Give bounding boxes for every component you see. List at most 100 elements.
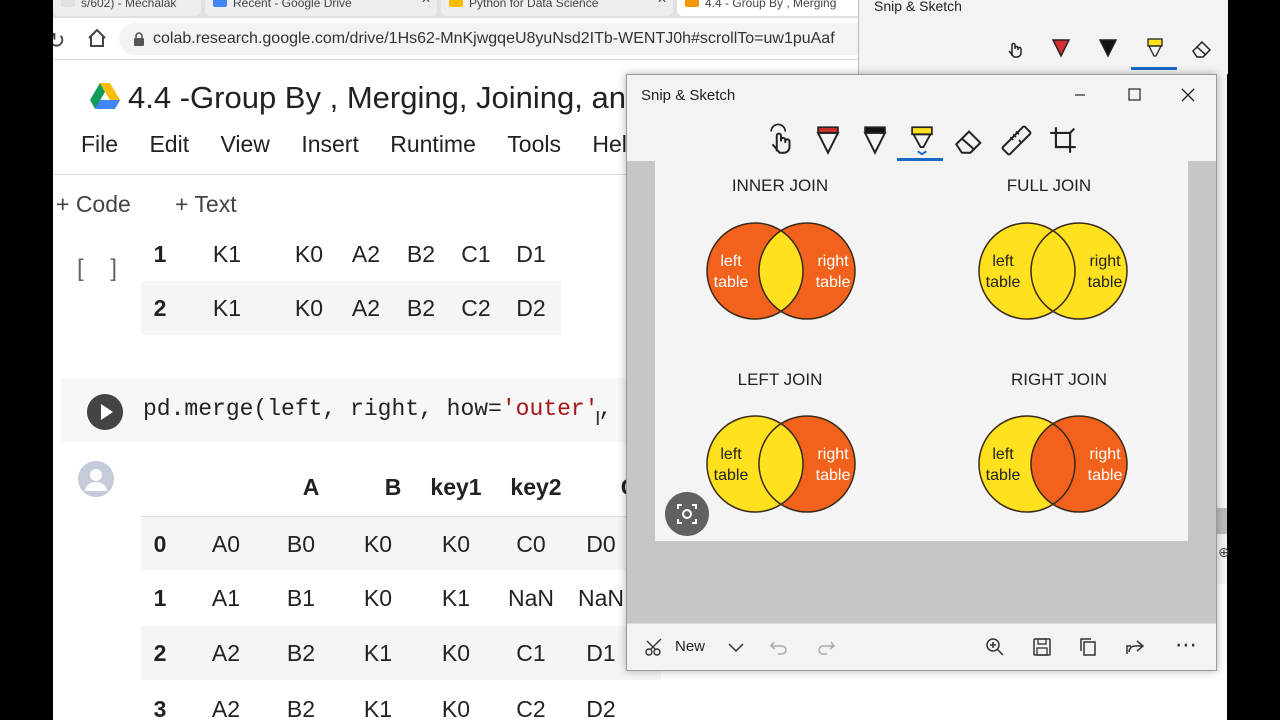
table-cell: C2 [461, 295, 491, 321]
home-icon[interactable] [85, 26, 109, 50]
table-cell: C2 [516, 696, 546, 720]
table-cell: C1 [516, 640, 546, 666]
chevron-down-icon[interactable] [723, 634, 749, 660]
share-icon[interactable] [1123, 634, 1149, 660]
cell-run-bracket[interactable]: [ ] [77, 255, 127, 283]
table-cell: A2 [351, 295, 381, 321]
code-string: 'outer' [501, 396, 599, 422]
menu-insert[interactable]: Insert [301, 131, 359, 158]
table-cell: K1 [212, 241, 242, 267]
add-icon[interactable]: ⊕ [1218, 544, 1230, 561]
table-cell: K0 [363, 531, 393, 557]
table-cell: K0 [441, 696, 471, 720]
tab-1[interactable]: s/602) - Mechalak [53, 0, 201, 16]
copy-icon[interactable] [1076, 634, 1102, 660]
table-cell: K0 [294, 295, 324, 321]
column-header: B [384, 474, 402, 500]
table-cell: B2 [406, 295, 436, 321]
tab-label: Recent - Google Drive [233, 0, 352, 10]
add-text-button[interactable]: + Text [175, 191, 237, 218]
text-cursor-icon: I [595, 408, 601, 430]
table-cell: C0 [516, 531, 546, 557]
redo-icon[interactable] [813, 634, 839, 660]
venn-right-join: left tableright table [978, 415, 1128, 513]
table-cell: A1 [211, 585, 241, 611]
undo-icon[interactable] [766, 634, 792, 660]
table-row: 3 A2 B2 K1 K0 C2 D2 [141, 682, 661, 720]
pencil-icon[interactable] [858, 123, 892, 157]
table-cell: B1 [286, 585, 316, 611]
table-cell: K1 [212, 295, 242, 321]
row-index: 0 [153, 531, 167, 557]
new-snip-icon[interactable] [641, 634, 667, 660]
menu-runtime[interactable]: Runtime [390, 131, 476, 158]
notebook-title[interactable]: 4.4 -Group By , Merging, Joining, and [128, 80, 643, 116]
table-row: 0 A0 B0 K0 K0 C0 D0 [141, 516, 661, 570]
ruler-icon[interactable] [999, 123, 1033, 157]
eraser-icon[interactable] [952, 123, 986, 157]
minimize-button[interactable] [1057, 79, 1103, 111]
joins-diagram-image: INNER JOIN FULL JOIN LEFT JOIN RIGHT JOI… [655, 161, 1188, 541]
table-row: 2 A2 B2 K1 K0 C1 D1 [141, 626, 661, 680]
ballpoint-pen-icon[interactable] [811, 123, 845, 157]
menu-view[interactable]: View [220, 131, 269, 158]
new-button[interactable]: New [675, 638, 705, 655]
snip-sketch-window: Snip & Sketch INNER JOIN FULL JOIN LEFT … [626, 74, 1217, 671]
column-header: key2 [510, 474, 562, 500]
highlighter-icon[interactable] [905, 123, 939, 157]
column-header: key1 [430, 474, 482, 500]
table-cell: K0 [441, 531, 471, 557]
run-cell-button[interactable] [87, 394, 123, 430]
crop-icon[interactable] [1046, 123, 1080, 157]
highlighter-icon[interactable] [1143, 36, 1167, 60]
url-field[interactable]: colab.research.google.com/drive/1Hs62-Mn… [119, 23, 919, 55]
menu-bar: File Edit View Insert Runtime Tools Help [81, 131, 665, 161]
table-cell: K1 [363, 640, 393, 666]
save-icon[interactable] [1029, 634, 1055, 660]
table-cell: A2 [211, 640, 241, 666]
slides-icon [449, 0, 463, 7]
tab-google-drive[interactable]: Recent - Google Drive ✕ [205, 0, 437, 16]
code-editor[interactable]: pd.merge(left, right, how='outer', o [143, 396, 640, 422]
tab-python-for-data-science[interactable]: Python for Data Science ✕ [441, 0, 673, 16]
table-cell: B2 [406, 241, 436, 267]
visual-search-icon[interactable] [665, 492, 709, 536]
table-cell: D1 [516, 241, 546, 267]
close-button[interactable] [1165, 79, 1211, 111]
table-cell: K0 [363, 585, 393, 611]
lock-icon [134, 32, 144, 46]
window-title: Snip & Sketch [641, 87, 736, 104]
touch-writing-icon[interactable] [1003, 36, 1027, 60]
menu-edit[interactable]: Edit [149, 131, 189, 158]
zoom-icon[interactable] [982, 634, 1008, 660]
venn-inner-join: left tableright table [706, 222, 856, 320]
ballpoint-pen-icon[interactable] [1049, 36, 1073, 60]
row-index: 2 [153, 295, 167, 321]
table-row: 2 K1 K0 A2 B2 C2 D2 [141, 281, 561, 335]
pencil-icon[interactable] [1096, 36, 1120, 60]
eraser-icon[interactable] [1190, 36, 1214, 60]
snip-sketch-background-window[interactable]: Snip & Sketch [858, 0, 1228, 74]
table-cell: B2 [286, 696, 316, 720]
code-text: pd.merge(left, right, how= [143, 396, 502, 422]
menu-tools[interactable]: Tools [507, 131, 561, 158]
touch-writing-icon[interactable] [764, 123, 798, 157]
close-tab-icon[interactable]: ✕ [421, 0, 431, 5]
sketch-canvas[interactable]: INNER JOIN FULL JOIN LEFT JOIN RIGHT JOI… [627, 161, 1216, 623]
table-cell: B2 [286, 640, 316, 666]
more-options-icon[interactable]: ⋯ [1175, 632, 1198, 658]
table-cell: A0 [211, 531, 241, 557]
tab-label: s/602) - Mechalak [81, 0, 177, 10]
menu-file[interactable]: File [81, 131, 118, 158]
close-tab-icon[interactable]: ✕ [657, 0, 667, 5]
table-cell: K0 [441, 640, 471, 666]
table-row: 1 A1 B1 K0 K1 NaN NaN [141, 571, 661, 625]
maximize-button[interactable] [1111, 79, 1157, 111]
google-drive-logo-icon [90, 83, 120, 109]
refresh-icon[interactable]: ↻ [53, 28, 65, 54]
table-cell: A2 [211, 696, 241, 720]
tab-favicon-icon [61, 0, 75, 7]
url-text: colab.research.google.com/drive/1Hs62-Mn… [153, 30, 835, 47]
selected-tool-indicator [1131, 67, 1177, 70]
add-code-button[interactable]: + Code [56, 191, 131, 218]
